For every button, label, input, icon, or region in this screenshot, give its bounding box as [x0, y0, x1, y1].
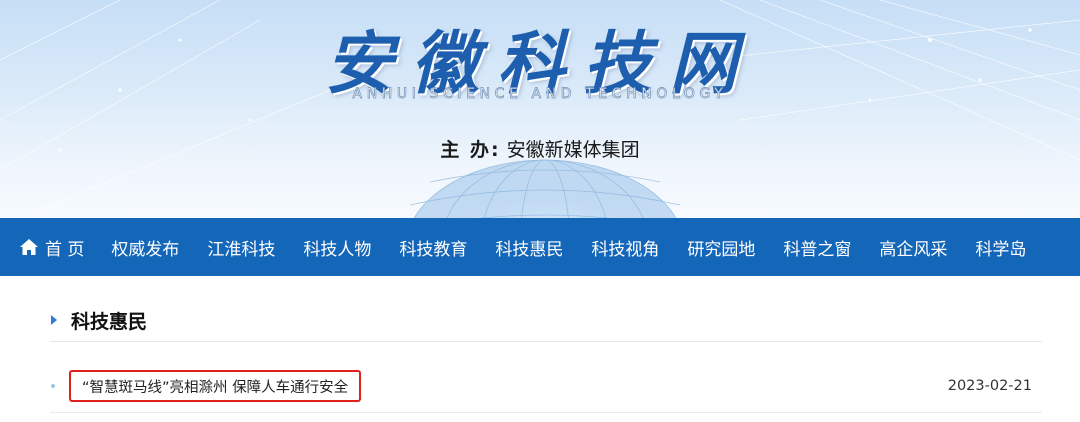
host-info: 主 办: 安徽新媒体集团 [0, 135, 1080, 162]
news-section: 科技惠民 “智慧斑马线”亮相滁州 保障人车通行安全 2023-02-21 [50, 299, 1042, 413]
nav-home-label: 首 页 [45, 239, 85, 260]
section-title: 科技惠民 [71, 310, 148, 333]
nav-item-perspective[interactable]: 科技视角 [591, 235, 659, 260]
nav-item-benefit[interactable]: 科技惠民 [495, 235, 563, 260]
nav-item-people[interactable]: 科技人物 [303, 235, 371, 260]
main-nav: 首 页 权威发布 江淮科技 科技人物 科技教育 科技惠民 科技视角 研究园地 科… [0, 218, 1080, 276]
host-value: 安徽新媒体集团 [506, 139, 640, 161]
nav-item-popular-science[interactable]: 科普之窗 [783, 235, 851, 260]
nav-item-authority[interactable]: 权威发布 [111, 235, 179, 260]
home-icon [20, 239, 38, 255]
section-header: 科技惠民 [50, 299, 1042, 342]
nav-item-education[interactable]: 科技教育 [399, 235, 467, 260]
site-banner: 安徽科技网 ANHUI SCIENCE AND TECHNOLOGY 主 办: … [0, 0, 1080, 218]
nav-item-jianghuai[interactable]: 江淮科技 [207, 235, 275, 260]
nav-item-home[interactable]: 首 页 [19, 235, 84, 260]
list-item: “智慧斑马线”亮相滁州 保障人车通行安全 2023-02-21 [50, 342, 1042, 413]
article-date: 2023-02-21 [947, 378, 1032, 394]
site-logo-subtitle: ANHUI SCIENCE AND TECHNOLOGY [352, 86, 728, 103]
host-label: 主 办: [440, 139, 501, 161]
nav-item-science-island[interactable]: 科学岛 [975, 235, 1026, 260]
nav-item-research[interactable]: 研究园地 [687, 235, 755, 260]
nav-item-enterprises[interactable]: 高企风采 [879, 235, 947, 260]
dot-icon [51, 384, 55, 388]
article-link[interactable]: “智慧斑马线”亮相滁州 保障人车通行安全 [69, 370, 362, 402]
triangle-right-icon [51, 315, 57, 325]
